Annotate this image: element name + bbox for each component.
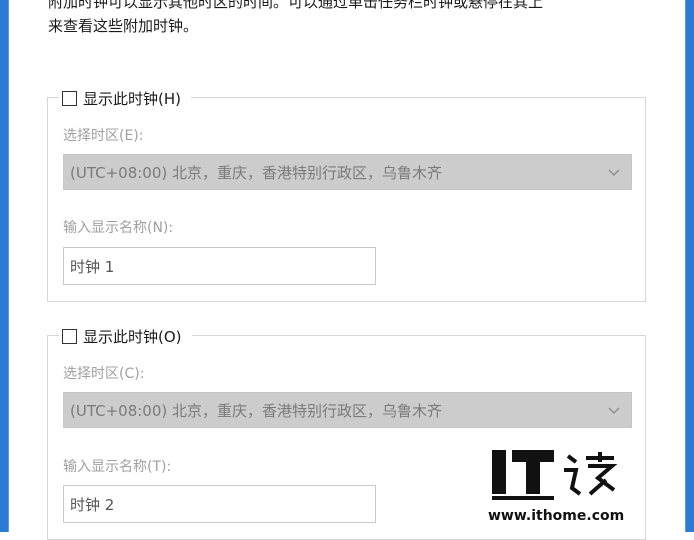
clock1-name-value: 时钟 1 [70, 257, 115, 276]
ithome-logo-chinese [564, 452, 618, 496]
clock1-show-label: 显示此时钟(H) [83, 89, 181, 108]
clock2-name-value: 时钟 2 [70, 495, 115, 514]
clock2-timezone-value: (UTC+08:00) 北京，重庆，香港特别行政区，乌鲁木齐 [70, 401, 443, 420]
window-frame-right-inner [685, 0, 686, 532]
description-text: 附加时钟可以显示其他时区的时间。可以通过单击任务栏时钟或悬停在其上 来查看这些附… [48, 0, 668, 38]
clock2-name-label: 输入显示名称(T): [63, 459, 172, 475]
clock1-name-input[interactable]: 时钟 1 [63, 247, 376, 285]
clock1-show-checkbox[interactable]: 显示此时钟(H) [59, 87, 191, 109]
clock2-show-label: 显示此时钟(O) [83, 327, 182, 346]
clock1-timezone-label: 选择时区(E): [63, 128, 144, 144]
ithome-logo [492, 450, 554, 500]
description-line-2: 来查看这些附加时钟。 [48, 17, 199, 35]
clock1-checkbox-box[interactable] [62, 90, 77, 106]
window-frame-left-inner [8, 0, 9, 532]
window-frame-left [0, 0, 8, 532]
window-frame-right [686, 0, 694, 532]
clock1-timezone-select[interactable]: (UTC+08:00) 北京，重庆，香港特别行政区，乌鲁木齐 [63, 154, 632, 190]
clock1-name-label: 输入显示名称(N): [63, 220, 174, 236]
clock2-show-checkbox[interactable]: 显示此时钟(O) [59, 325, 192, 347]
chevron-down-icon [608, 169, 620, 176]
ithome-watermark: www.ithome.com [488, 444, 625, 529]
chevron-down-icon [608, 407, 620, 414]
clock2-checkbox-box[interactable] [62, 328, 77, 344]
watermark-url: www.ithome.com [488, 508, 625, 524]
description-line-1: 附加时钟可以显示其他时区的时间。可以通过单击任务栏时钟或悬停在其上 [48, 0, 544, 11]
clock2-timezone-select[interactable]: (UTC+08:00) 北京，重庆，香港特别行政区，乌鲁木齐 [63, 392, 632, 428]
clock2-timezone-label: 选择时区(C): [63, 366, 145, 382]
clock1-timezone-value: (UTC+08:00) 北京，重庆，香港特别行政区，乌鲁木齐 [70, 163, 443, 182]
clock2-name-input[interactable]: 时钟 2 [63, 485, 376, 523]
